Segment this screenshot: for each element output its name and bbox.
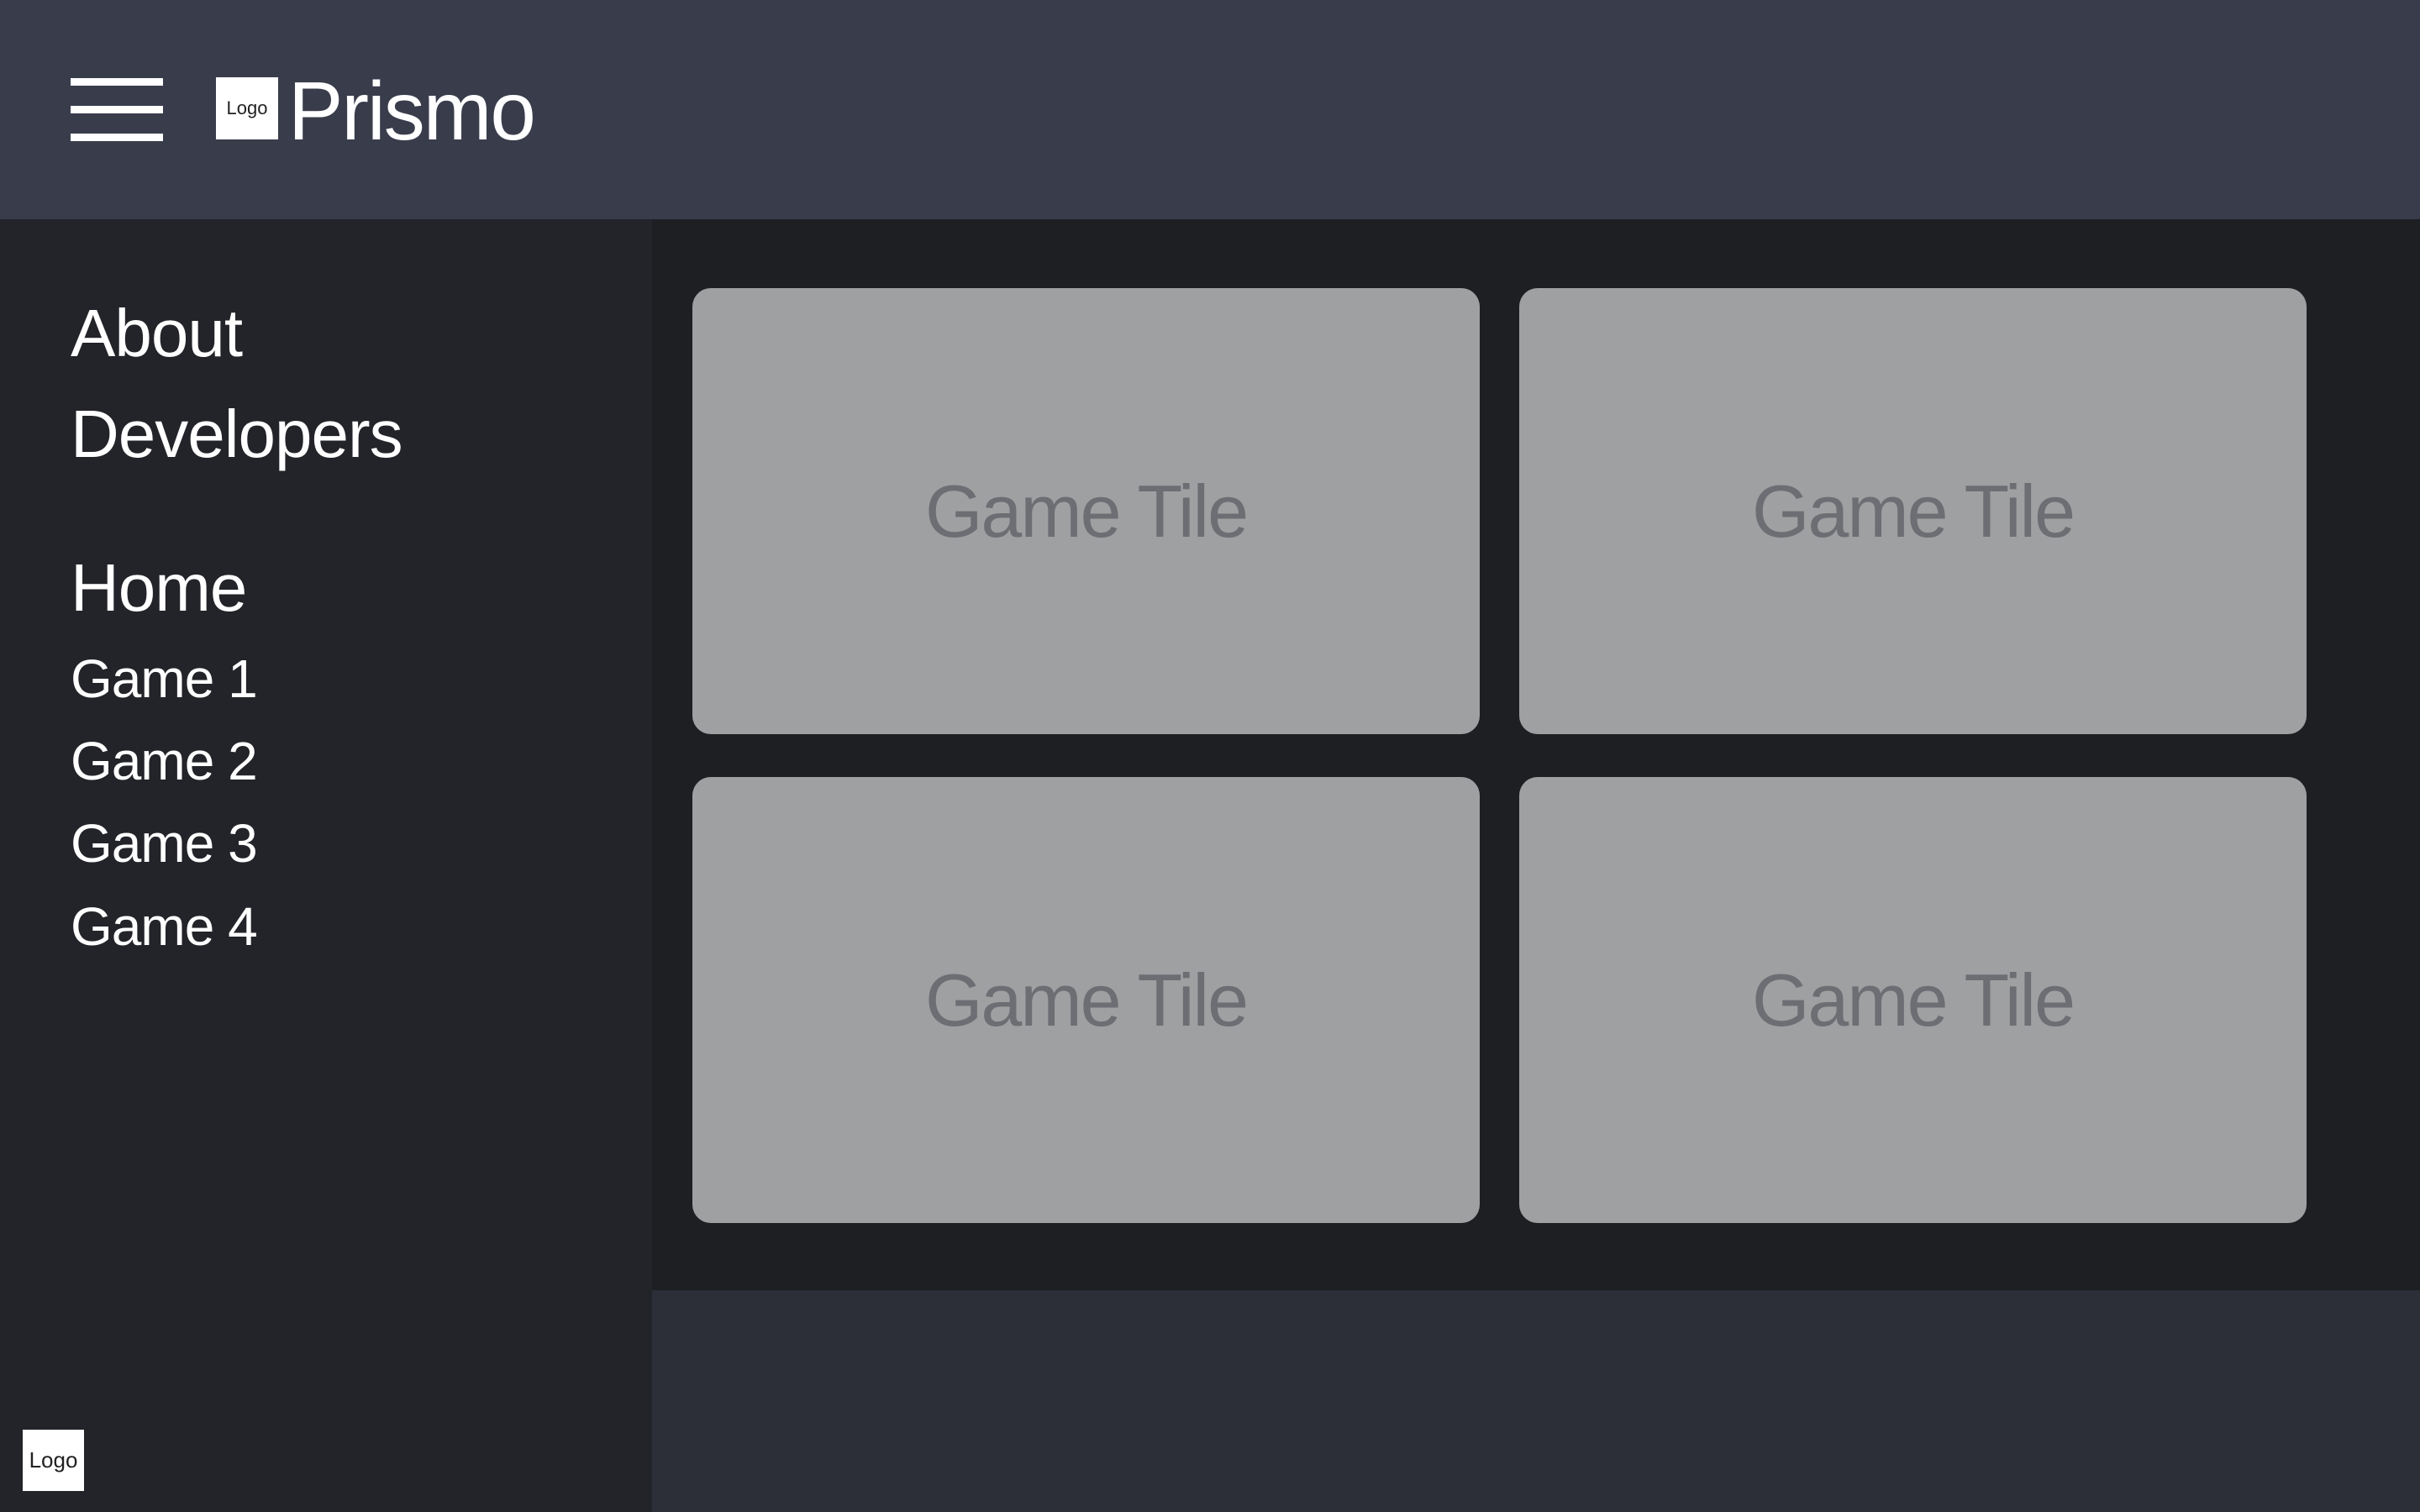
game-tile-label: Game Tile: [1751, 958, 2075, 1042]
hamburger-line-icon: [71, 106, 163, 113]
sidebar-item-about[interactable]: About: [71, 291, 243, 375]
game-tile-label: Game Tile: [1751, 469, 2075, 553]
sidebar-item-game-4[interactable]: Game 4: [71, 893, 258, 960]
game-tile-label: Game Tile: [924, 958, 1249, 1042]
game-tile[interactable]: Game Tile: [1519, 288, 2307, 734]
game-tile-label: Game Tile: [924, 469, 1249, 553]
sidebar-item-home[interactable]: Home: [71, 546, 247, 630]
game-tile[interactable]: Game Tile: [692, 777, 1480, 1223]
sidebar-item-game-1[interactable]: Game 1: [71, 645, 258, 712]
sidebar-item-game-3[interactable]: Game 3: [71, 810, 258, 877]
game-tile[interactable]: Game Tile: [692, 288, 1480, 734]
hamburger-menu-icon[interactable]: [71, 78, 163, 141]
sidebar-item-developers[interactable]: Developers: [71, 392, 403, 476]
top-navigation-bar: Logo Prismo: [0, 0, 2420, 219]
brand-name[interactable]: Prismo: [288, 60, 536, 161]
header-logo[interactable]: Logo: [216, 77, 278, 139]
sidebar-item-game-2[interactable]: Game 2: [71, 727, 258, 795]
hamburger-line-icon: [71, 134, 163, 141]
hamburger-line-icon: [71, 78, 163, 86]
game-tile[interactable]: Game Tile: [1519, 777, 2307, 1223]
footer-logo: Logo: [23, 1430, 84, 1491]
